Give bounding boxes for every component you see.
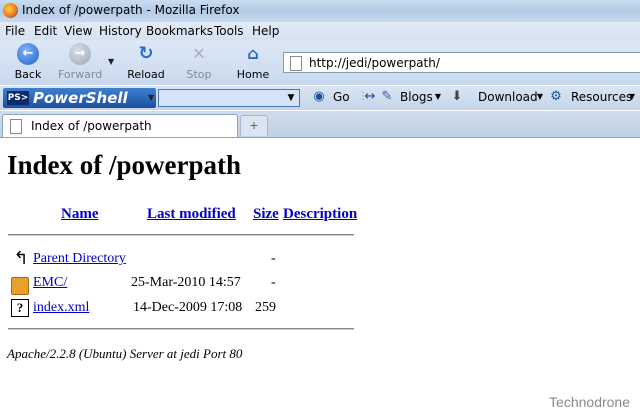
row-modified: 25-Mar-2010 14:57 bbox=[131, 275, 241, 290]
row-modified: 14-Dec-2009 17:08 bbox=[133, 300, 243, 315]
toolbar-search-input[interactable]: ▼ bbox=[158, 89, 300, 107]
folder-icon bbox=[11, 277, 29, 295]
home-icon: ⌂ bbox=[247, 44, 259, 63]
menu-bar: File Edit View History Bookmarks Tools H… bbox=[0, 22, 640, 40]
go-button[interactable]: Go bbox=[333, 90, 350, 104]
header-divider bbox=[8, 234, 354, 236]
row-size: - bbox=[271, 251, 276, 266]
stop-button[interactable]: ✕ Stop bbox=[182, 43, 216, 81]
url-text: http://jedi/powerpath/ bbox=[309, 56, 440, 70]
powershell-logo[interactable]: PS> PowerShell bbox=[3, 88, 156, 108]
forward-label: Forward bbox=[58, 68, 103, 81]
emc-folder-link[interactable]: EMC/ bbox=[33, 275, 67, 291]
reload-label: Reload bbox=[127, 68, 165, 81]
history-dropdown-icon[interactable]: ▼ bbox=[108, 57, 114, 66]
resources-caret-icon[interactable]: ▼ bbox=[624, 89, 640, 105]
stop-label: Stop bbox=[186, 68, 212, 81]
firefox-icon bbox=[3, 3, 18, 18]
new-tab-button[interactable]: + bbox=[240, 115, 268, 136]
tab-label: Index of /powerpath bbox=[31, 119, 152, 133]
forward-arrow-icon: → bbox=[69, 43, 91, 65]
menu-edit[interactable]: Edit bbox=[34, 24, 57, 38]
forward-button[interactable]: → Forward bbox=[58, 43, 102, 81]
column-last-modified-link[interactable]: Last modified bbox=[147, 206, 236, 223]
reload-button[interactable]: ↻ Reload bbox=[126, 43, 166, 81]
search-dropdown-icon[interactable]: ▼ bbox=[284, 91, 298, 105]
blogs-caret-icon[interactable]: ▼ bbox=[430, 89, 446, 105]
powershell-brand: PowerShell bbox=[33, 89, 128, 107]
go-icon: ◉ bbox=[313, 89, 325, 104]
resize-arrows-icon: ↔ bbox=[364, 89, 376, 104]
download-icon: ⬇ bbox=[451, 89, 463, 104]
column-description-link[interactable]: Description bbox=[283, 206, 357, 223]
watermark: Technodrone bbox=[549, 394, 630, 410]
server-address: Apache/2.2.8 (Ubuntu) Server at jedi Por… bbox=[7, 346, 243, 361]
tab-page-icon bbox=[10, 119, 22, 134]
home-button[interactable]: ⌂ Home bbox=[234, 43, 272, 81]
menu-file[interactable]: File bbox=[5, 24, 25, 38]
footer-divider bbox=[8, 328, 354, 330]
row-size: - bbox=[271, 275, 276, 290]
reload-icon: ↻ bbox=[138, 43, 154, 64]
column-name-link[interactable]: Name bbox=[61, 206, 99, 223]
unknown-file-icon: ? bbox=[11, 299, 29, 317]
row-size: 259 bbox=[255, 300, 276, 315]
page-icon bbox=[290, 56, 302, 71]
menu-view[interactable]: View bbox=[64, 24, 92, 38]
column-size-link[interactable]: Size bbox=[253, 206, 279, 223]
menu-tools[interactable]: Tools bbox=[214, 24, 244, 38]
tab-strip: Index of /powerpath + bbox=[0, 111, 640, 138]
back-label: Back bbox=[14, 68, 42, 81]
stop-icon: ✕ bbox=[192, 44, 206, 63]
tab-index-powerpath[interactable]: Index of /powerpath bbox=[2, 114, 238, 137]
download-caret-icon[interactable]: ▼ bbox=[532, 89, 548, 105]
download-button[interactable]: Download bbox=[478, 90, 538, 104]
back-button[interactable]: ← Back bbox=[10, 43, 46, 81]
menu-help[interactable]: Help bbox=[252, 24, 279, 38]
menu-bookmarks[interactable]: Bookmarks bbox=[146, 24, 213, 38]
parent-directory-link[interactable]: Parent Directory bbox=[33, 251, 126, 267]
blogs-button[interactable]: Blogs bbox=[400, 90, 433, 104]
home-label: Home bbox=[236, 68, 270, 81]
powershell-prompt-icon: PS> bbox=[7, 91, 29, 105]
new-tab-icon: + bbox=[249, 119, 259, 132]
page-content: Index of /powerpath Name Last modified S… bbox=[0, 138, 640, 414]
window-title-bar: Index of /powerpath - Mozilla Firefox bbox=[0, 0, 640, 22]
page-heading: Index of /powerpath bbox=[7, 150, 242, 180]
back-arrow-icon: ← bbox=[17, 43, 39, 65]
back-icon: ↰ bbox=[13, 248, 29, 268]
index-xml-link[interactable]: index.xml bbox=[33, 300, 89, 316]
menu-history[interactable]: History bbox=[99, 24, 142, 38]
url-bar[interactable]: http://jedi/powerpath/ bbox=[283, 52, 640, 73]
blogs-icon: ✎ bbox=[381, 89, 393, 104]
resources-icon: ⚙ bbox=[550, 89, 562, 104]
powershell-menu-caret-icon[interactable]: ▼ bbox=[148, 93, 154, 102]
window-title: Index of /powerpath - Mozilla Firefox bbox=[22, 3, 240, 17]
